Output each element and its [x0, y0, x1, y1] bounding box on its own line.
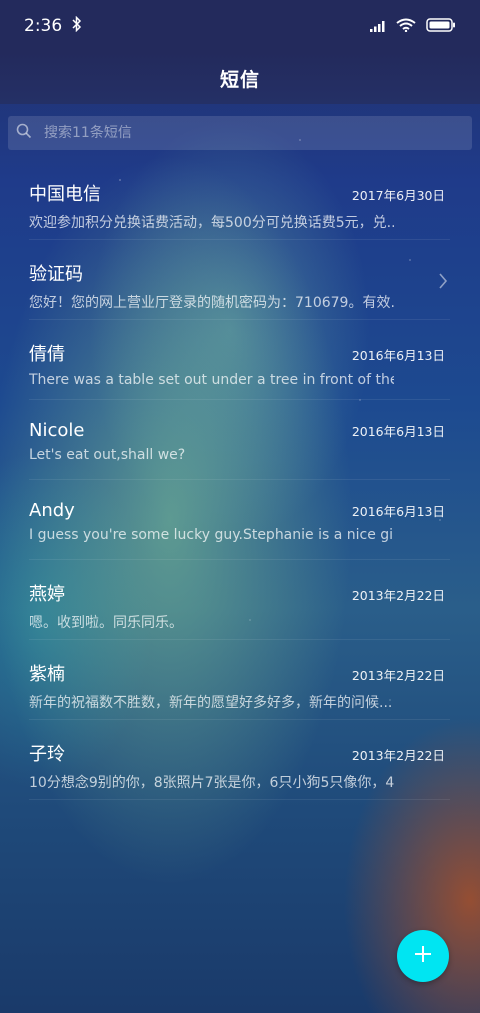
- contact-name: 验证码: [29, 264, 83, 285]
- message-preview: 新年的祝福数不胜数，新年的愿望好多好多，新年的问候...: [29, 695, 393, 711]
- message-date: 2013年2月22日: [351, 748, 445, 763]
- contact-name: 燕婷: [29, 584, 65, 605]
- search-bar[interactable]: [8, 116, 472, 150]
- conversation-item[interactable]: Andy 2016年6月13日 I guess you're some luck…: [0, 480, 480, 560]
- message-date: 2016年6月13日: [351, 424, 445, 439]
- chevron-right-icon: [438, 272, 448, 294]
- conversation-item[interactable]: 中国电信 2017年6月30日 欢迎参加积分兑换话费活动，每500分可兑换话费5…: [0, 160, 480, 240]
- signal-icon: [370, 17, 386, 36]
- message-date: 2017年6月30日: [351, 188, 445, 203]
- new-message-button[interactable]: [397, 930, 449, 982]
- conversation-list: 中国电信 2017年6月30日 欢迎参加积分兑换话费活动，每500分可兑换话费5…: [0, 160, 480, 800]
- contact-name: 倩倩: [29, 344, 65, 365]
- message-preview: Let's eat out,shall we?: [29, 447, 186, 463]
- message-preview: 嗯。收到啦。同乐同乐。: [29, 615, 183, 631]
- plus-icon: [413, 944, 433, 968]
- message-date: 2013年2月22日: [351, 668, 445, 683]
- message-preview: There was a table set out under a tree i…: [29, 372, 394, 388]
- contact-name: Nicole: [29, 420, 85, 441]
- message-date: 2016年6月13日: [351, 348, 445, 363]
- status-time: 2:36: [24, 16, 63, 36]
- message-preview: I guess you're some lucky guy.Stephanie …: [29, 527, 394, 543]
- contact-name: 中国电信: [29, 184, 101, 205]
- conversation-item[interactable]: Nicole 2016年6月13日 Let's eat out,shall we…: [0, 400, 480, 480]
- status-bar: 2:36: [0, 0, 480, 52]
- message-preview: 欢迎参加积分兑换话费活动，每500分可兑换话费5元，兑...: [29, 215, 394, 231]
- search-icon: [16, 123, 32, 143]
- conversation-item[interactable]: 验证码 您好！您的网上营业厅登录的随机密码为：710679。有效...: [0, 240, 480, 320]
- page-title: 短信: [219, 68, 260, 91]
- contact-name: 紫楠: [29, 664, 65, 685]
- battery-icon: [426, 17, 456, 36]
- contact-name: Andy: [29, 500, 75, 521]
- message-preview: 您好！您的网上营业厅登录的随机密码为：710679。有效...: [29, 295, 394, 311]
- conversation-item[interactable]: 燕婷 2013年2月22日 嗯。收到啦。同乐同乐。: [0, 560, 480, 640]
- message-date: 2013年2月22日: [351, 588, 445, 603]
- app-header: 短信: [0, 52, 480, 104]
- conversation-item[interactable]: 子玲 2013年2月22日 10分想念9别的你，8张照片7张是你，6只小狗5只像…: [0, 720, 480, 800]
- message-preview: 10分想念9别的你，8张照片7张是你，6只小狗5只像你，4...: [29, 775, 394, 791]
- wifi-icon: [396, 17, 416, 36]
- search-input[interactable]: [42, 124, 446, 142]
- contact-name: 子玲: [29, 744, 65, 765]
- bluetooth-icon: [72, 15, 82, 37]
- conversation-item[interactable]: 紫楠 2013年2月22日 新年的祝福数不胜数，新年的愿望好多好多，新年的问候.…: [0, 640, 480, 720]
- conversation-item[interactable]: 倩倩 2016年6月13日 There was a table set out …: [0, 320, 480, 400]
- message-date: 2016年6月13日: [351, 504, 445, 519]
